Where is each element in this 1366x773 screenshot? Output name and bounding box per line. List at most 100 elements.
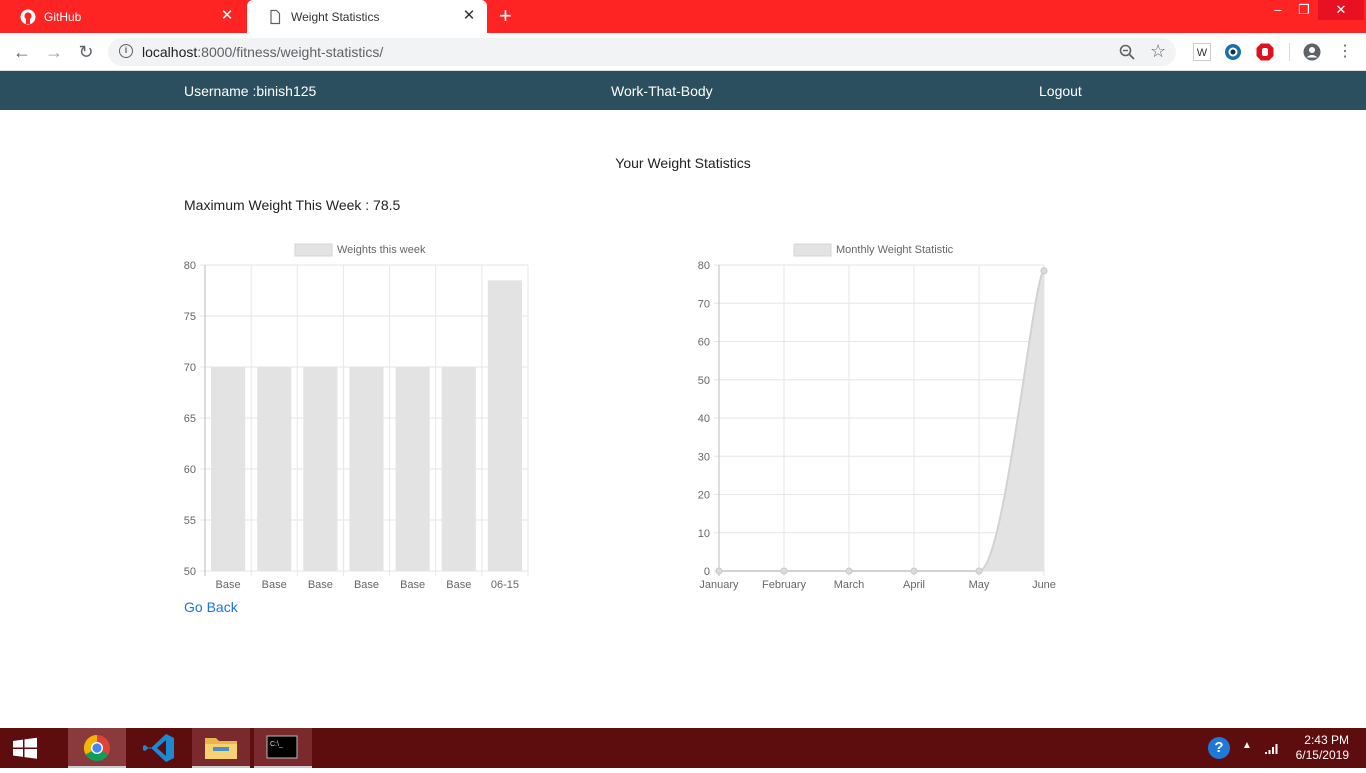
tab-label: GitHub [44, 9, 82, 24]
brand-link[interactable]: Work-That-Body [611, 83, 713, 99]
document-icon [267, 9, 283, 25]
y-tick-label: 60 [184, 464, 196, 476]
os-taskbar: C:\_ ? ▲ 2:43 PM 6/15/2019 [0, 728, 1366, 768]
tab-github[interactable]: GitHub ✕ [0, 0, 245, 33]
bookmark-star-icon[interactable]: ☆ [1150, 41, 1166, 62]
y-tick-label: 70 [698, 298, 710, 310]
data-point [1040, 267, 1048, 275]
tray-clock[interactable]: 2:43 PM 6/15/2019 [1296, 733, 1349, 763]
menu-kebab-icon[interactable]: ⋮ [1336, 43, 1354, 61]
max-weight-text: Maximum Weight This Week : 78.5 [184, 197, 401, 213]
new-tab-icon[interactable]: + [499, 5, 512, 27]
tray-chevron-up-icon[interactable]: ▲ [1242, 740, 1252, 751]
vscode-taskbar-icon[interactable] [130, 728, 188, 768]
tab-weight-statistics[interactable]: Weight Statistics ✕ [247, 0, 487, 33]
x-tick-label: Base [354, 579, 379, 591]
svg-text:C:\_: C:\_ [270, 741, 283, 748]
info-icon[interactable]: i [119, 44, 133, 58]
tab-label: Weight Statistics [291, 9, 380, 24]
y-tick-label: 40 [698, 413, 710, 425]
close-window-icon[interactable]: ✕ [1318, 0, 1364, 20]
data-point [780, 567, 788, 575]
bar [257, 367, 292, 571]
profile-icon[interactable] [1303, 43, 1321, 61]
chrome-taskbar-icon[interactable] [68, 728, 126, 768]
x-tick-label: January [699, 579, 739, 591]
y-tick-label: 50 [698, 375, 710, 387]
y-tick-label: 50 [184, 566, 196, 578]
reload-icon[interactable]: ↻ [76, 42, 96, 62]
eye-extension-icon[interactable] [1224, 43, 1242, 61]
url-path: :8000/fitness/weight-statistics/ [197, 44, 384, 60]
url-host: localhost [142, 44, 198, 60]
weekly-weights-chart: Weights this week 80 75 70 65 60 55 50 Base Base… [184, 243, 529, 591]
y-tick-label: 80 [184, 260, 196, 272]
x-tick-label: Base [446, 579, 471, 591]
go-back-link[interactable]: Go Back [184, 599, 238, 615]
svg-text:W: W [1197, 47, 1208, 59]
y-tick-label: 30 [698, 451, 710, 463]
browser-toolbar: ← → ↻ i localhost:8000/fitness/weight-st… [0, 33, 1366, 71]
y-tick-label: 60 [698, 337, 710, 349]
data-point [715, 567, 723, 575]
tray-time: 2:43 PM [1304, 733, 1349, 747]
github-icon [20, 9, 36, 25]
legend-label: Monthly Weight Statistic [836, 244, 954, 256]
zoom-icon[interactable] [1118, 43, 1136, 61]
windows-start-icon[interactable] [0, 728, 50, 768]
x-tick-label: February [762, 579, 807, 591]
y-tick-label: 0 [704, 566, 710, 578]
restore-icon[interactable]: ❐ [1292, 0, 1316, 20]
x-tick-label: Base [400, 579, 425, 591]
bar [441, 367, 476, 571]
browser-tab-strip: GitHub ✕ Weight Statistics ✕ + – ❐ ✕ [0, 0, 1366, 33]
file-explorer-taskbar-icon[interactable] [192, 728, 250, 768]
help-icon[interactable]: ? [1208, 737, 1230, 759]
tray-date: 6/15/2019 [1295, 748, 1349, 762]
y-tick-label: 75 [184, 311, 196, 323]
app-navbar: Username :binish125 Work-That-Body Logou… [0, 71, 1366, 110]
x-tick-label: April [903, 579, 925, 591]
terminal-taskbar-icon[interactable]: C:\_ [254, 728, 312, 768]
y-tick-label: 80 [698, 260, 710, 272]
x-tick-label: May [969, 579, 990, 591]
monthly-weight-chart: Monthly Weight Statistic 80 70 60 50 40 30 20 1… [698, 243, 1056, 591]
back-icon[interactable]: ← [12, 42, 32, 62]
forward-icon[interactable]: → [44, 42, 64, 62]
y-tick-label: 55 [184, 515, 196, 527]
username-label: Username :binish125 [184, 83, 317, 99]
x-tick-label: 06-15 [491, 579, 519, 591]
address-bar[interactable]: i localhost:8000/fitness/weight-statisti… [108, 38, 1176, 66]
y-tick-label: 65 [184, 413, 196, 425]
legend-swatch [294, 243, 333, 257]
adblock-extension-icon[interactable] [1256, 43, 1274, 61]
url-text: localhost:8000/fitness/weight-statistics… [142, 44, 383, 60]
bar [395, 367, 430, 571]
bar [487, 280, 522, 571]
legend-label: Weights this week [337, 244, 426, 256]
data-point [845, 567, 853, 575]
y-tick-label: 20 [698, 490, 710, 502]
network-icon[interactable] [1264, 741, 1280, 760]
series-line [718, 269, 1045, 572]
logout-link[interactable]: Logout [1039, 83, 1082, 99]
toolbar-divider [1289, 43, 1290, 61]
x-tick-label: March [834, 579, 865, 591]
y-tick-label: 70 [184, 362, 196, 374]
x-tick-label: Base [216, 579, 241, 591]
close-tab-icon[interactable]: ✕ [461, 8, 477, 24]
legend-swatch [793, 243, 832, 257]
page-title: Your Weight Statistics [615, 155, 751, 171]
y-tick-label: 10 [698, 528, 710, 540]
close-tab-icon[interactable]: ✕ [219, 8, 235, 24]
bar [303, 367, 338, 571]
wikipedia-extension-icon[interactable]: W [1193, 43, 1211, 61]
x-tick-label: June [1032, 579, 1056, 591]
bar [211, 367, 246, 571]
series-area-fill [719, 270, 1044, 571]
x-tick-label: Base [262, 579, 287, 591]
minimize-icon[interactable]: – [1266, 0, 1290, 20]
data-point [975, 567, 983, 575]
data-point [910, 567, 918, 575]
x-tick-label: Base [308, 579, 333, 591]
